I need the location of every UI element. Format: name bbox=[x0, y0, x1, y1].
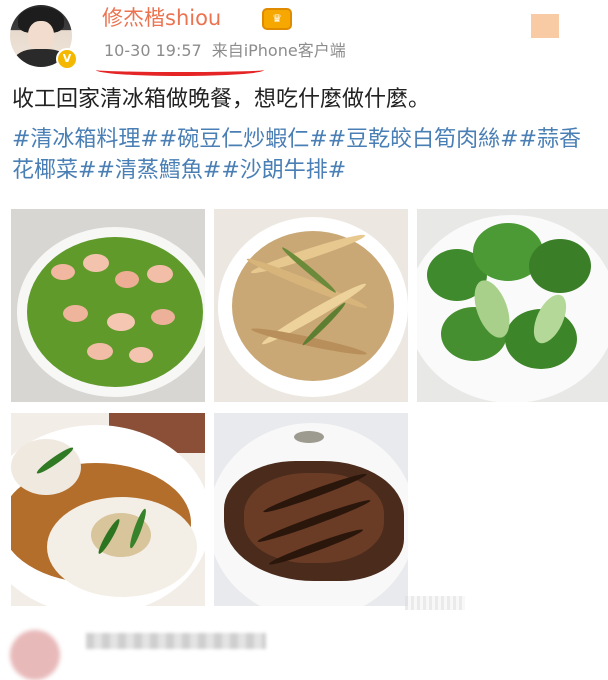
steamed-cod-photo[interactable] bbox=[11, 413, 205, 606]
garlic-broccoli-photo[interactable] bbox=[417, 209, 608, 402]
weibo-post: V 修杰楷shiou ♛ 10-30 19:57 来自iPhone客户端 收工回家… bbox=[0, 0, 608, 680]
red-underline-annotation bbox=[96, 64, 264, 76]
post-source: 来自iPhone客户端 bbox=[211, 41, 346, 60]
post-meta: 10-30 19:57 来自iPhone客户端 bbox=[104, 40, 346, 62]
tag-link[interactable]: #清冰箱料理# bbox=[12, 127, 159, 152]
tag-list: #清冰箱料理##碗豆仁炒蝦仁##豆乾皎白筍肉絲##蒜香花椰菜##清蒸鱈魚##沙朗… bbox=[12, 124, 602, 186]
post-time[interactable]: 10-30 19:57 bbox=[104, 41, 202, 60]
watermark bbox=[405, 596, 465, 610]
avatar-face bbox=[28, 21, 54, 51]
next-post-avatar[interactable] bbox=[10, 630, 60, 680]
tag-link[interactable]: #清蒸鱈魚# bbox=[96, 158, 221, 183]
vip-crown-icon[interactable]: ♛ bbox=[262, 8, 292, 30]
tofu-and-bamboo-shoot-photo[interactable] bbox=[214, 209, 408, 402]
tag-link[interactable]: #沙朗牛排# bbox=[221, 158, 346, 183]
peas-and-shrimp-photo[interactable] bbox=[11, 209, 205, 402]
tag-link[interactable]: #豆乾皎白筍肉絲# bbox=[328, 127, 519, 152]
next-post-username[interactable] bbox=[86, 633, 266, 649]
post-text: 收工回家清冰箱做晚餐，想吃什麼做什麼。 bbox=[12, 87, 431, 112]
sirloin-steak-photo[interactable] bbox=[214, 413, 408, 606]
username[interactable]: 修杰楷shiou bbox=[102, 2, 221, 34]
verified-badge-icon: V bbox=[56, 48, 78, 70]
corner-badge bbox=[531, 14, 559, 38]
tag-link[interactable]: #碗豆仁炒蝦仁# bbox=[159, 127, 328, 152]
